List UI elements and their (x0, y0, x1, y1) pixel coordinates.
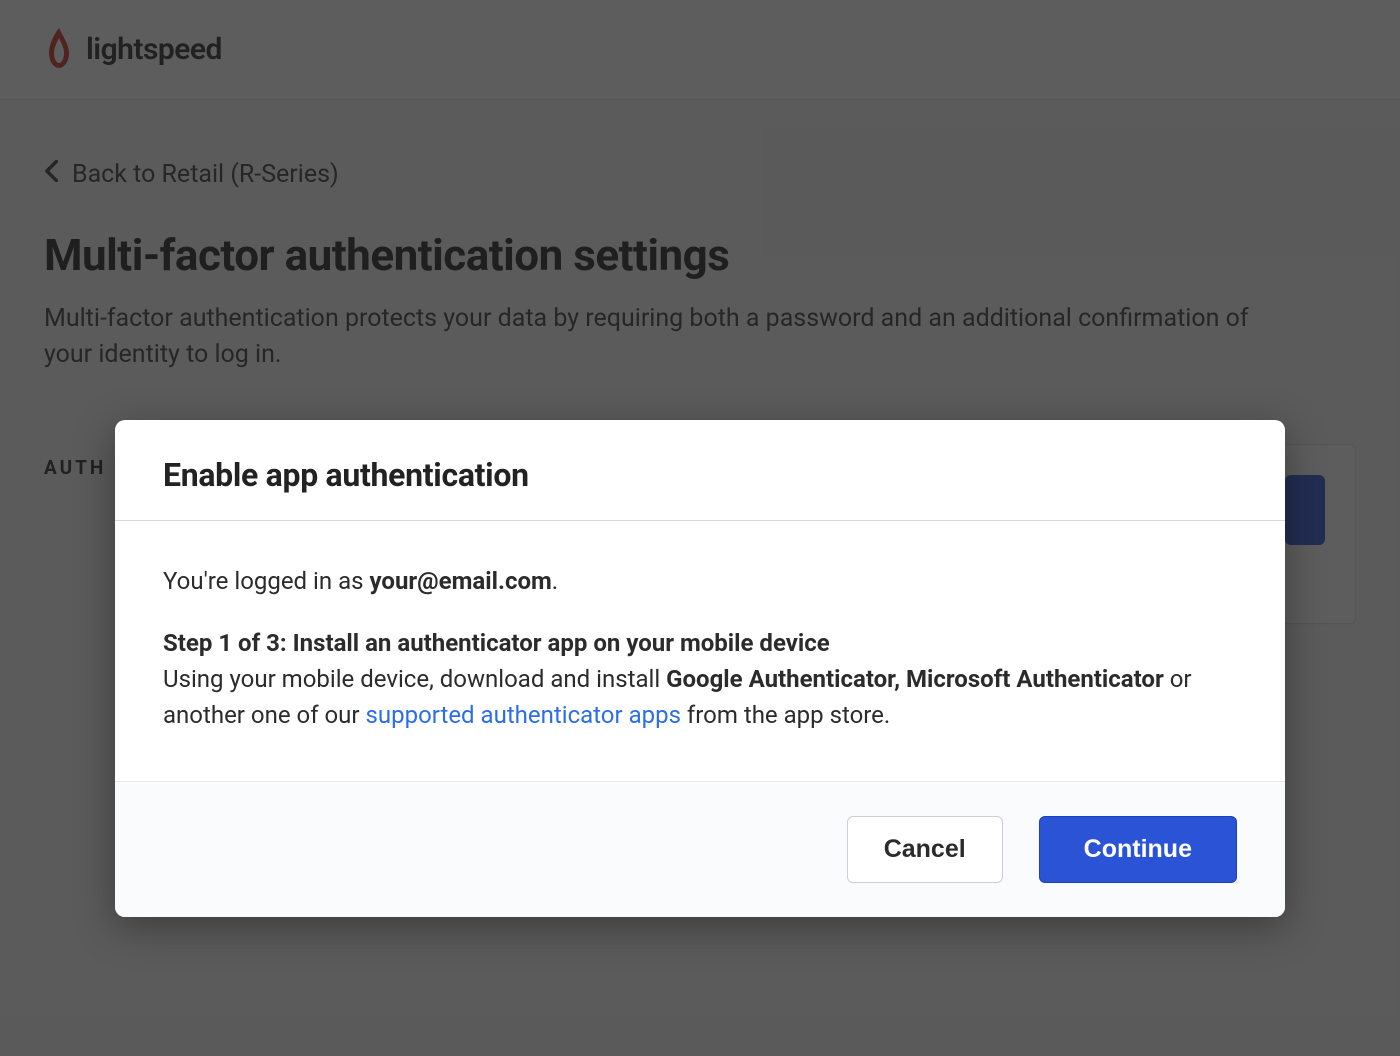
step-instructions: Step 1 of 3: Install an authenticator ap… (163, 625, 1237, 733)
instructions-part-c: from the app store. (681, 701, 890, 729)
modal-header: Enable app authentication (115, 420, 1285, 521)
modal-title: Enable app authentication (163, 456, 1237, 494)
modal-overlay: Enable app authentication You're logged … (0, 0, 1400, 1056)
instructions-part-a: Using your mobile device, download and i… (163, 665, 666, 693)
cancel-button[interactable]: Cancel (847, 816, 1003, 883)
modal-body: You're logged in as your@email.com. Step… (115, 521, 1285, 781)
logged-in-text: You're logged in as your@email.com. (163, 563, 1237, 599)
modal-footer: Cancel Continue (115, 781, 1285, 917)
logged-in-suffix: . (552, 567, 558, 595)
supported-apps-link[interactable]: supported authenticator apps (366, 701, 681, 729)
instructions-bold: Google Authenticator, Microsoft Authenti… (666, 665, 1164, 693)
enable-app-auth-modal: Enable app authentication You're logged … (115, 420, 1285, 917)
logged-in-prefix: You're logged in as (163, 567, 369, 595)
logged-in-email: your@email.com (369, 567, 551, 595)
continue-button[interactable]: Continue (1039, 816, 1237, 883)
step-heading: Step 1 of 3: Install an authenticator ap… (163, 629, 830, 657)
